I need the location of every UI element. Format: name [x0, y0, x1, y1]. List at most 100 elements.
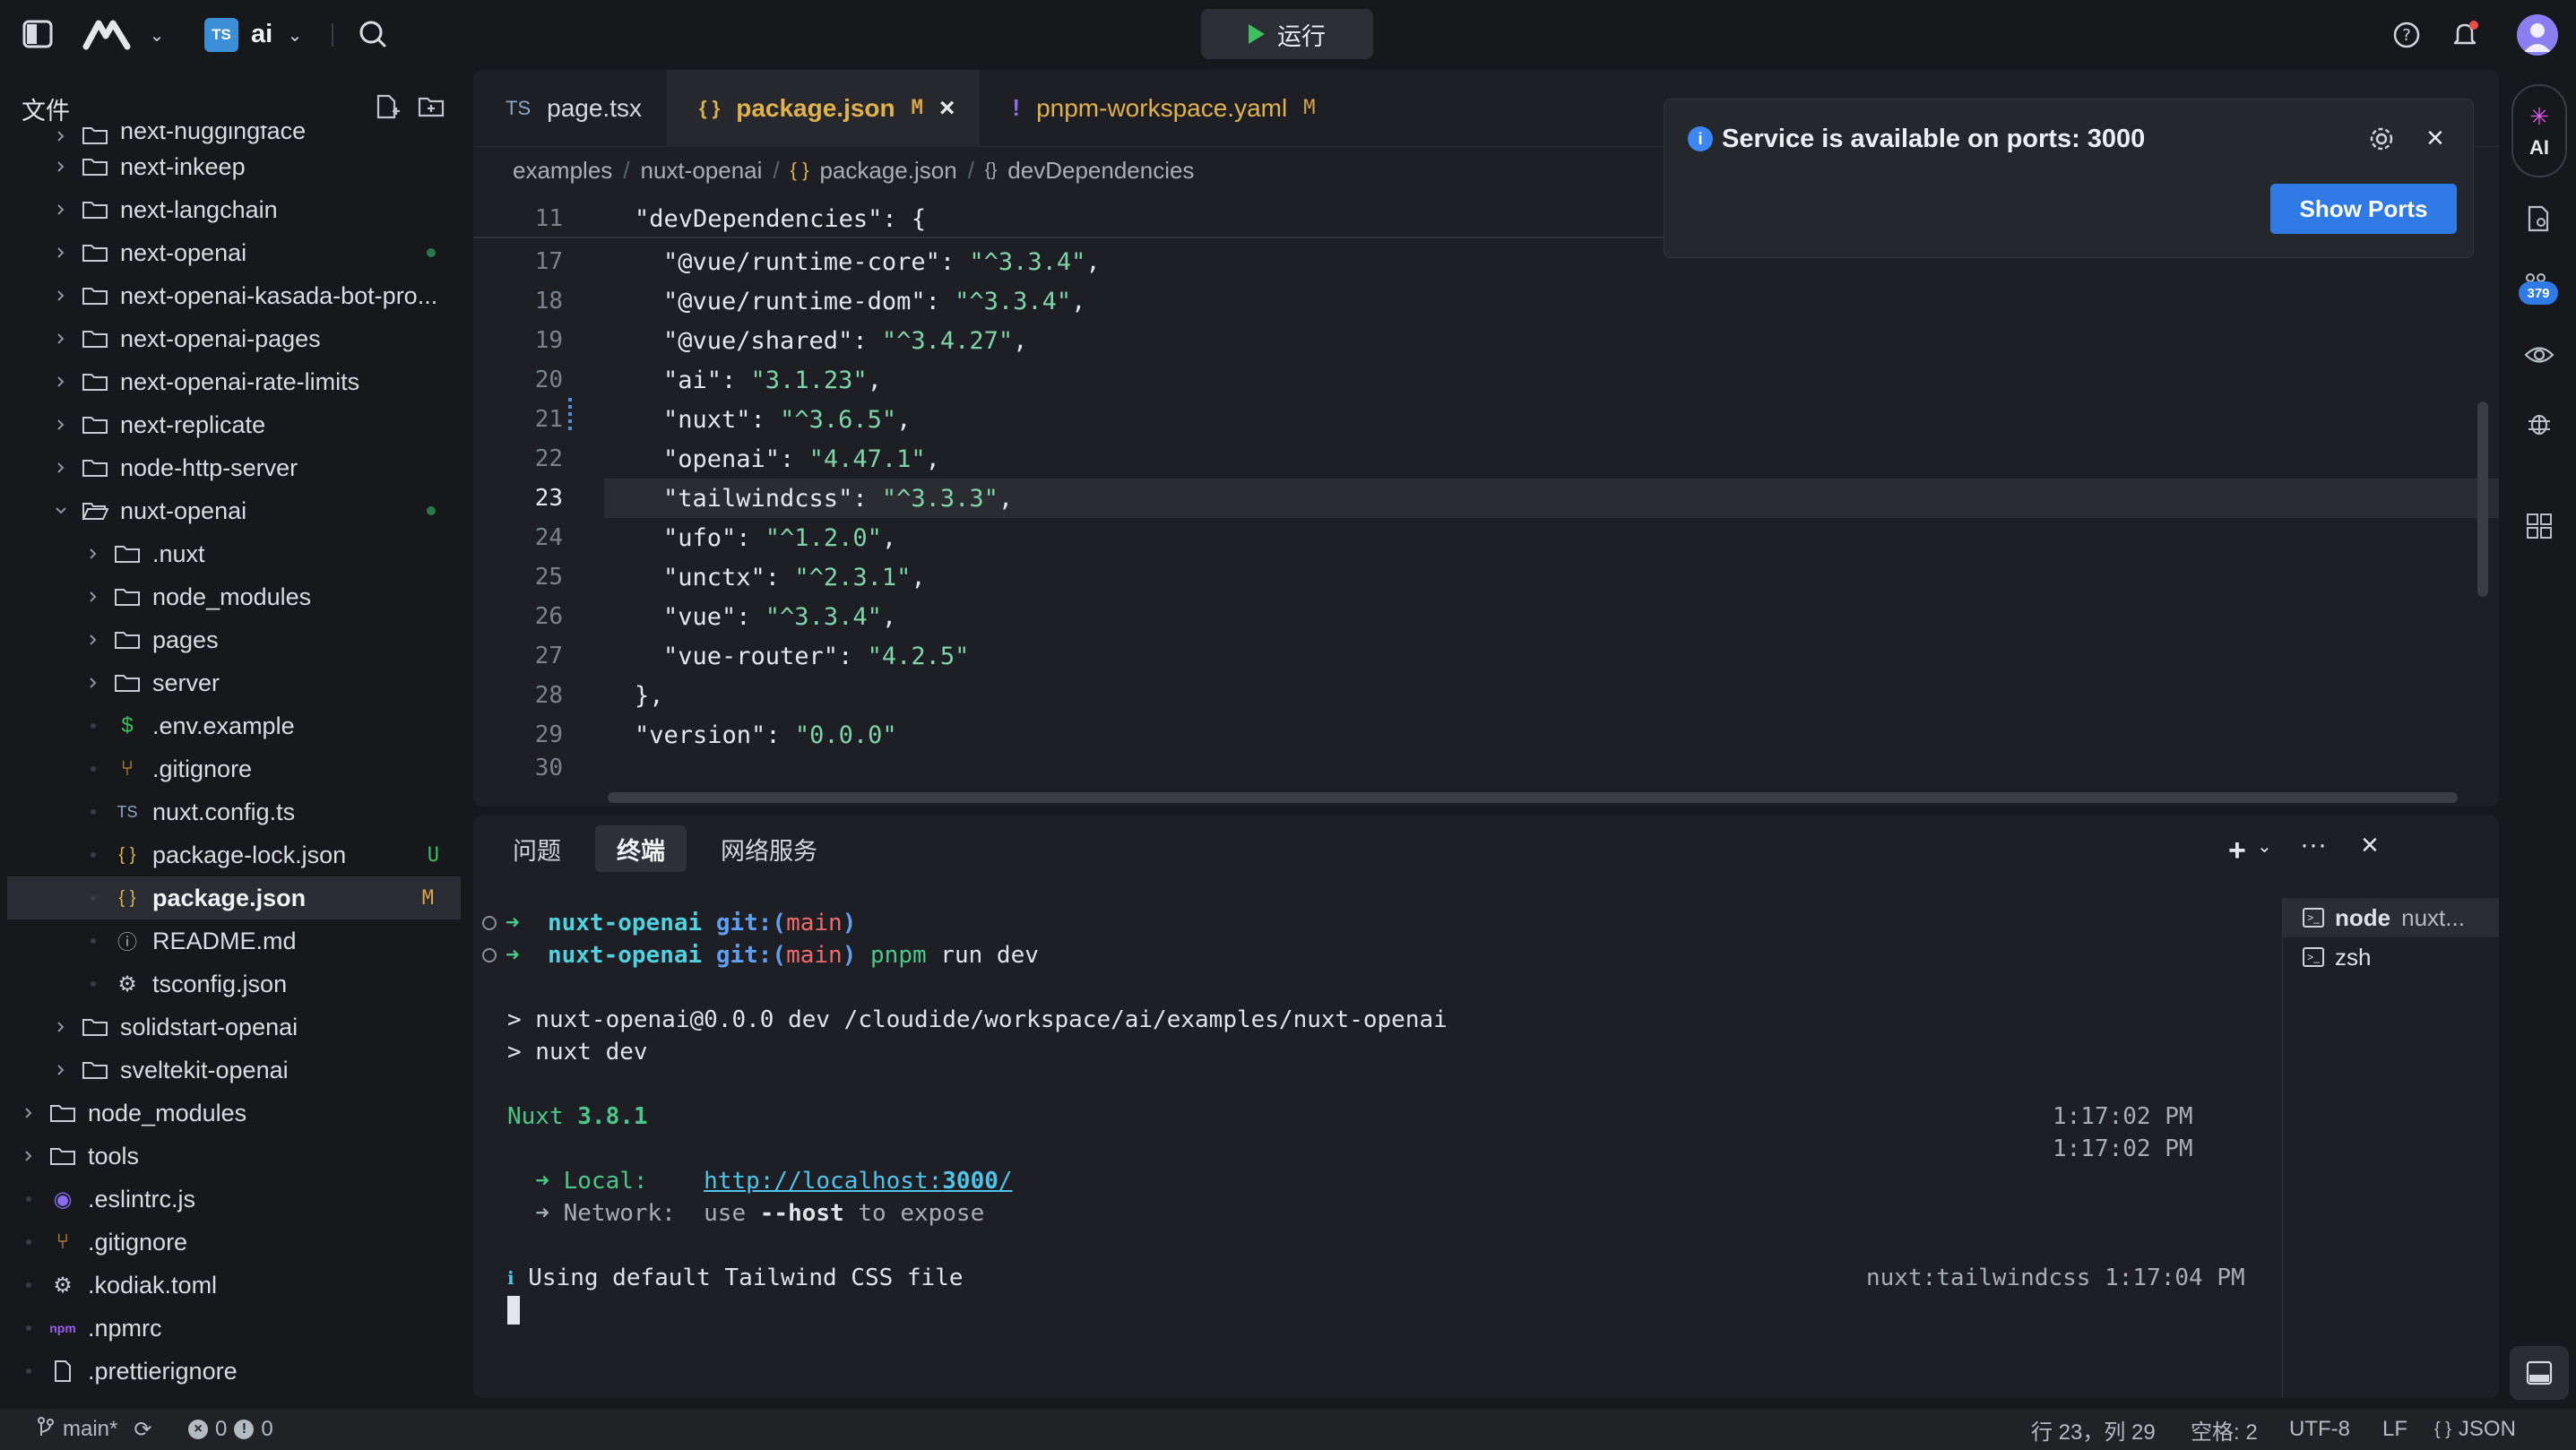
chevron-right-icon[interactable] — [52, 459, 70, 477]
close-icon[interactable]: × — [2426, 121, 2444, 156]
encoding[interactable]: UTF-8 — [2289, 1417, 2350, 1442]
debug-bug-icon[interactable] — [2503, 400, 2576, 446]
chevron-down-icon[interactable]: ⌄ — [143, 22, 170, 48]
tree-folder[interactable]: next-huggingface — [0, 125, 466, 145]
problems-indicator[interactable]: × 0 ! 0 — [188, 1417, 273, 1442]
tree-file[interactable]: ⓘ README.md — [0, 919, 466, 962]
terminal-session-zsh[interactable]: >_ zsh — [2283, 937, 2499, 977]
tree-file[interactable]: ⚙ tsconfig.json — [0, 962, 466, 1006]
breadcrumb-item[interactable]: examples — [513, 157, 612, 185]
tree-folder[interactable]: pages — [0, 618, 466, 661]
chevron-right-icon[interactable] — [52, 244, 70, 262]
new-folder-icon[interactable] — [418, 95, 445, 125]
tree-folder[interactable]: tools — [0, 1135, 466, 1178]
project-name[interactable]: ai — [251, 20, 272, 49]
breadcrumb-item[interactable]: devDependencies — [1007, 157, 1194, 185]
more-icon[interactable]: ··· — [2300, 830, 2327, 860]
close-icon[interactable]: × — [939, 93, 955, 124]
chevron-right-icon[interactable] — [52, 373, 70, 391]
chevron-right-icon[interactable] — [52, 416, 70, 434]
tree-file[interactable]: ⚙ .kodiak.toml — [0, 1264, 466, 1307]
chevron-right-icon[interactable] — [52, 330, 70, 348]
breadcrumb-item[interactable]: nuxt-openai — [641, 157, 763, 185]
breadcrumb-item[interactable]: package.json — [819, 157, 956, 185]
chevron-right-icon[interactable] — [84, 588, 102, 606]
tab-pnpm-workspace[interactable]: ! pnpm-workspace.yaml M — [980, 70, 1340, 147]
chevron-right-icon[interactable] — [52, 1061, 70, 1079]
vertical-scrollbar[interactable] — [2477, 401, 2488, 597]
tree-folder[interactable]: next-openai-pages — [0, 317, 466, 360]
tree-folder[interactable]: next-langchain — [0, 188, 466, 231]
tree-file[interactable]: $ .env.example — [0, 704, 466, 747]
chevron-right-icon[interactable] — [84, 545, 102, 563]
terminal-output[interactable]: ➜ nuxt-openai git:(main) ➜ nuxt-openai g… — [482, 907, 2311, 1326]
tree-folder[interactable]: next-openai-rate-limits — [0, 360, 466, 403]
new-file-icon[interactable] — [375, 93, 400, 126]
notification-bell-icon[interactable] — [2447, 16, 2483, 52]
sync-icon[interactable]: ⟳ — [134, 1417, 151, 1443]
tab-page-tsx[interactable]: TS page.tsx — [473, 70, 667, 147]
chevron-down-icon[interactable] — [52, 502, 70, 520]
extensions-grid-icon[interactable] — [2503, 504, 2576, 548]
tree-folder[interactable]: nuxt-openai — [0, 489, 466, 532]
show-ports-button[interactable]: Show Ports — [2270, 184, 2457, 234]
tree-folder[interactable]: .nuxt — [0, 532, 466, 575]
chevron-right-icon[interactable] — [52, 158, 70, 176]
chevron-right-icon[interactable] — [20, 1104, 38, 1122]
tree-folder[interactable]: solidstart-openai — [0, 1006, 466, 1049]
code-area[interactable]: 16"@vue/reactivity": "^3.3.4",17"@vue/ru… — [473, 203, 2499, 781]
chevron-right-icon[interactable] — [52, 287, 70, 305]
tab-terminal[interactable]: 终端 — [595, 825, 687, 872]
tree-folder[interactable]: next-openai-kasada-bot-pro... — [0, 274, 466, 317]
avatar[interactable] — [2517, 14, 2558, 56]
close-icon[interactable]: × — [2361, 828, 2379, 863]
cursor-position[interactable]: 行 23，列 29 — [2031, 1414, 2156, 1446]
tree-file[interactable]: .prettierignore — [0, 1350, 466, 1393]
chevron-right-icon[interactable] — [84, 674, 102, 692]
tree-folder[interactable]: node_modules — [0, 1092, 466, 1135]
toggle-sidebar-icon[interactable] — [20, 16, 56, 52]
sticky-scroll-line[interactable]: 11 "devDependencies": { — [473, 201, 1665, 238]
tree-folder[interactable]: sveltekit-openai — [0, 1049, 466, 1092]
language-mode[interactable]: { } JSON — [2434, 1417, 2516, 1442]
tree-folder[interactable]: next-inkeep — [0, 145, 466, 188]
document-search-icon[interactable] — [2503, 197, 2576, 240]
chevron-right-icon[interactable] — [52, 1018, 70, 1036]
branch-indicator[interactable]: main* ⟳ — [36, 1416, 151, 1444]
help-icon[interactable]: ? — [2390, 18, 2424, 52]
terminal-session-node[interactable]: >_ node nuxt... — [2283, 898, 2499, 937]
toggle-panel-icon[interactable] — [2510, 1346, 2569, 1400]
run-button[interactable]: 运行 — [1201, 9, 1373, 59]
tab-network-services[interactable]: 网络服务 — [699, 825, 839, 872]
tree-file[interactable]: { } package-lock.json U — [0, 833, 466, 876]
line-ending[interactable]: LF — [2382, 1417, 2407, 1442]
app-logo-icon[interactable] — [81, 14, 134, 54]
tree-file[interactable]: { } package.json M — [7, 876, 461, 919]
chevron-right-icon[interactable] — [52, 201, 70, 219]
chevron-right-icon[interactable] — [52, 127, 70, 145]
tree-folder[interactable]: node_modules — [0, 575, 466, 618]
ai-assistant-button[interactable]: ✳ AI — [2511, 84, 2567, 177]
new-terminal-icon[interactable]: + — [2228, 833, 2246, 868]
tree-folder[interactable]: node-http-server — [0, 446, 466, 489]
tab-problems[interactable]: 问题 — [491, 825, 583, 872]
tree-file[interactable]: TS nuxt.config.ts — [0, 790, 466, 833]
tab-package-json[interactable]: { } package.json M × — [666, 70, 981, 147]
tree-folder[interactable]: next-replicate — [0, 403, 466, 446]
tree-folder[interactable]: next-openai — [0, 231, 466, 274]
settings-gear-icon[interactable] — [2367, 125, 2398, 155]
tree-file[interactable]: npm .npmrc — [0, 1307, 466, 1350]
project-badge[interactable]: TS — [204, 18, 238, 52]
chevron-right-icon[interactable] — [20, 1147, 38, 1165]
tree-file[interactable]: ◉ .eslintrc.js — [0, 1178, 466, 1221]
search-icon[interactable] — [355, 16, 391, 52]
chevron-right-icon[interactable] — [84, 631, 102, 649]
tree-folder[interactable]: server — [0, 661, 466, 704]
chevron-down-icon[interactable]: ⌄ — [281, 22, 308, 48]
local-url-link[interactable]: http://localhost:3000/ — [704, 1168, 1012, 1195]
chevron-down-icon[interactable]: ⌄ — [2257, 835, 2272, 858]
indentation[interactable]: 空格: 2 — [2191, 1414, 2258, 1446]
tree-file[interactable]: ⑂ .gitignore — [0, 1221, 466, 1264]
eye-icon[interactable] — [2503, 333, 2576, 376]
horizontal-scrollbar[interactable] — [608, 792, 2458, 803]
